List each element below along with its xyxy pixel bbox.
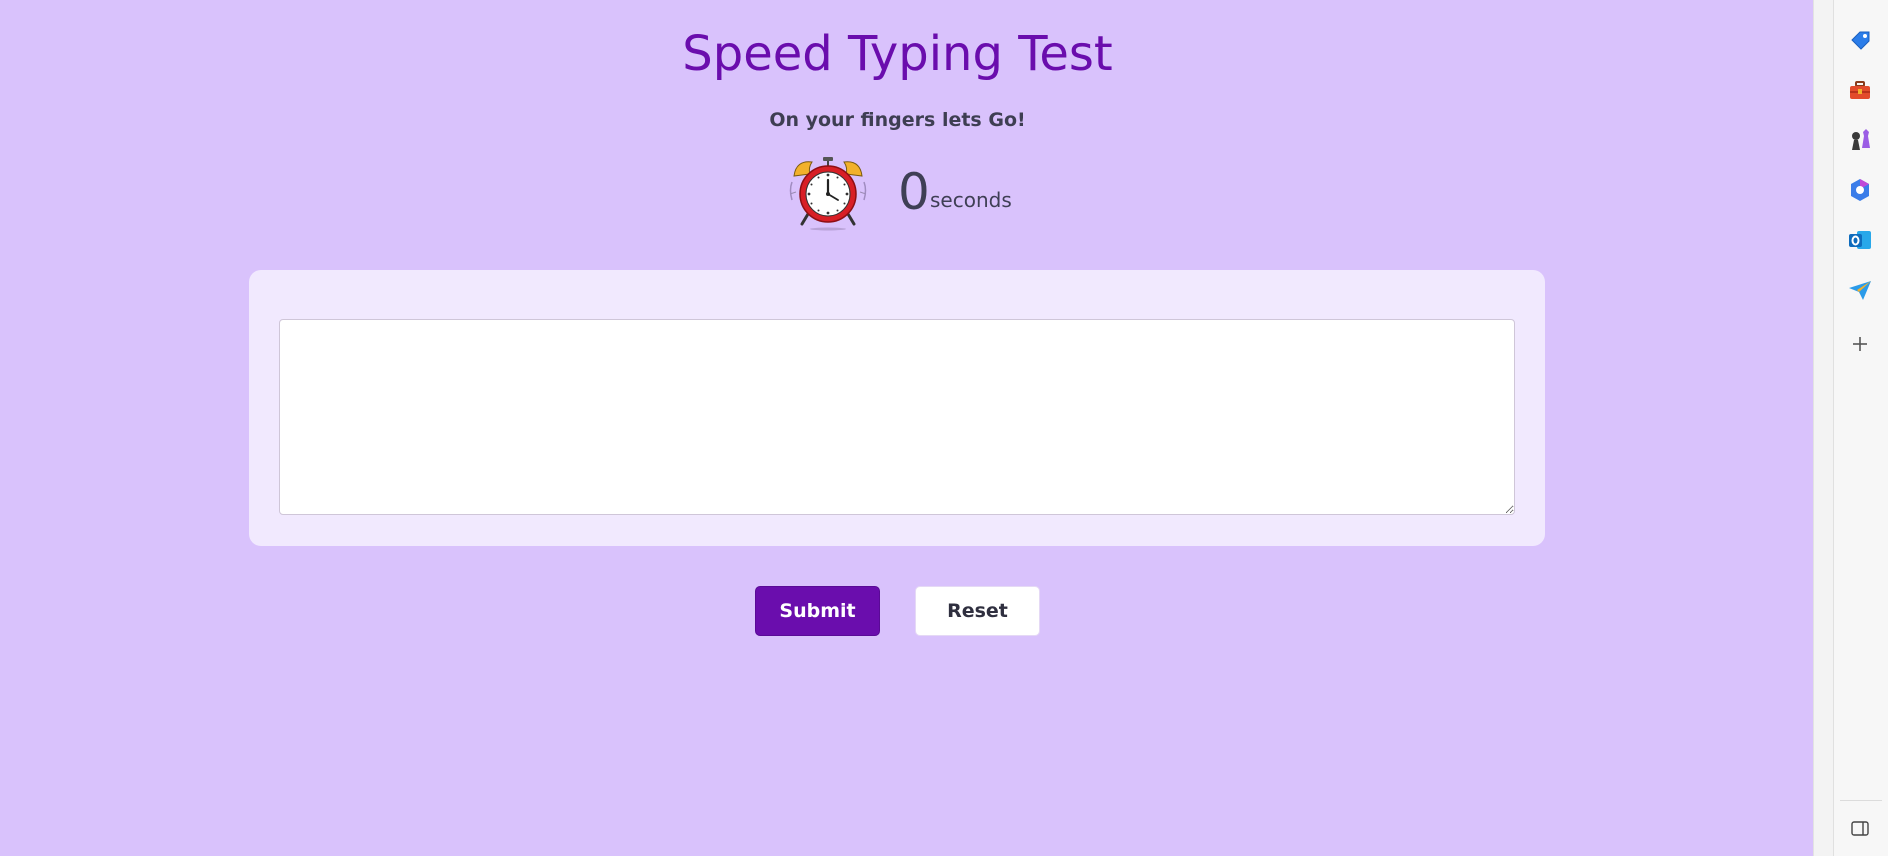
toolbox-icon[interactable] — [1846, 76, 1874, 104]
chess-pieces-icon[interactable] — [1846, 126, 1874, 154]
add-icon[interactable] — [1846, 330, 1874, 358]
alarm-clock-icon — [789, 157, 867, 231]
copilot-icon[interactable] — [1846, 176, 1874, 204]
timer: 0 seconds — [786, 150, 1016, 234]
tag-icon[interactable] — [1846, 26, 1874, 54]
send-icon[interactable] — [1846, 276, 1874, 304]
app-main: Speed Typing Test On your fingers lets G… — [0, 0, 1813, 856]
panel-toggle-icon[interactable] — [1846, 814, 1874, 842]
reset-button[interactable]: Reset — [915, 586, 1040, 636]
page-subtitle: On your fingers lets Go! — [769, 109, 1026, 131]
timer-value: 0 — [898, 163, 930, 221]
page-scrollbar-gutter — [1813, 0, 1833, 856]
timer-unit: seconds — [930, 188, 1012, 212]
typing-textarea[interactable] — [279, 319, 1515, 515]
page-title: Speed Typing Test — [682, 26, 1113, 82]
submit-button[interactable]: Submit — [755, 586, 880, 636]
browser-sidebar — [1833, 0, 1888, 856]
typing-panel — [249, 270, 1545, 546]
outlook-icon[interactable] — [1846, 226, 1874, 254]
sidebar-divider — [1840, 800, 1882, 801]
